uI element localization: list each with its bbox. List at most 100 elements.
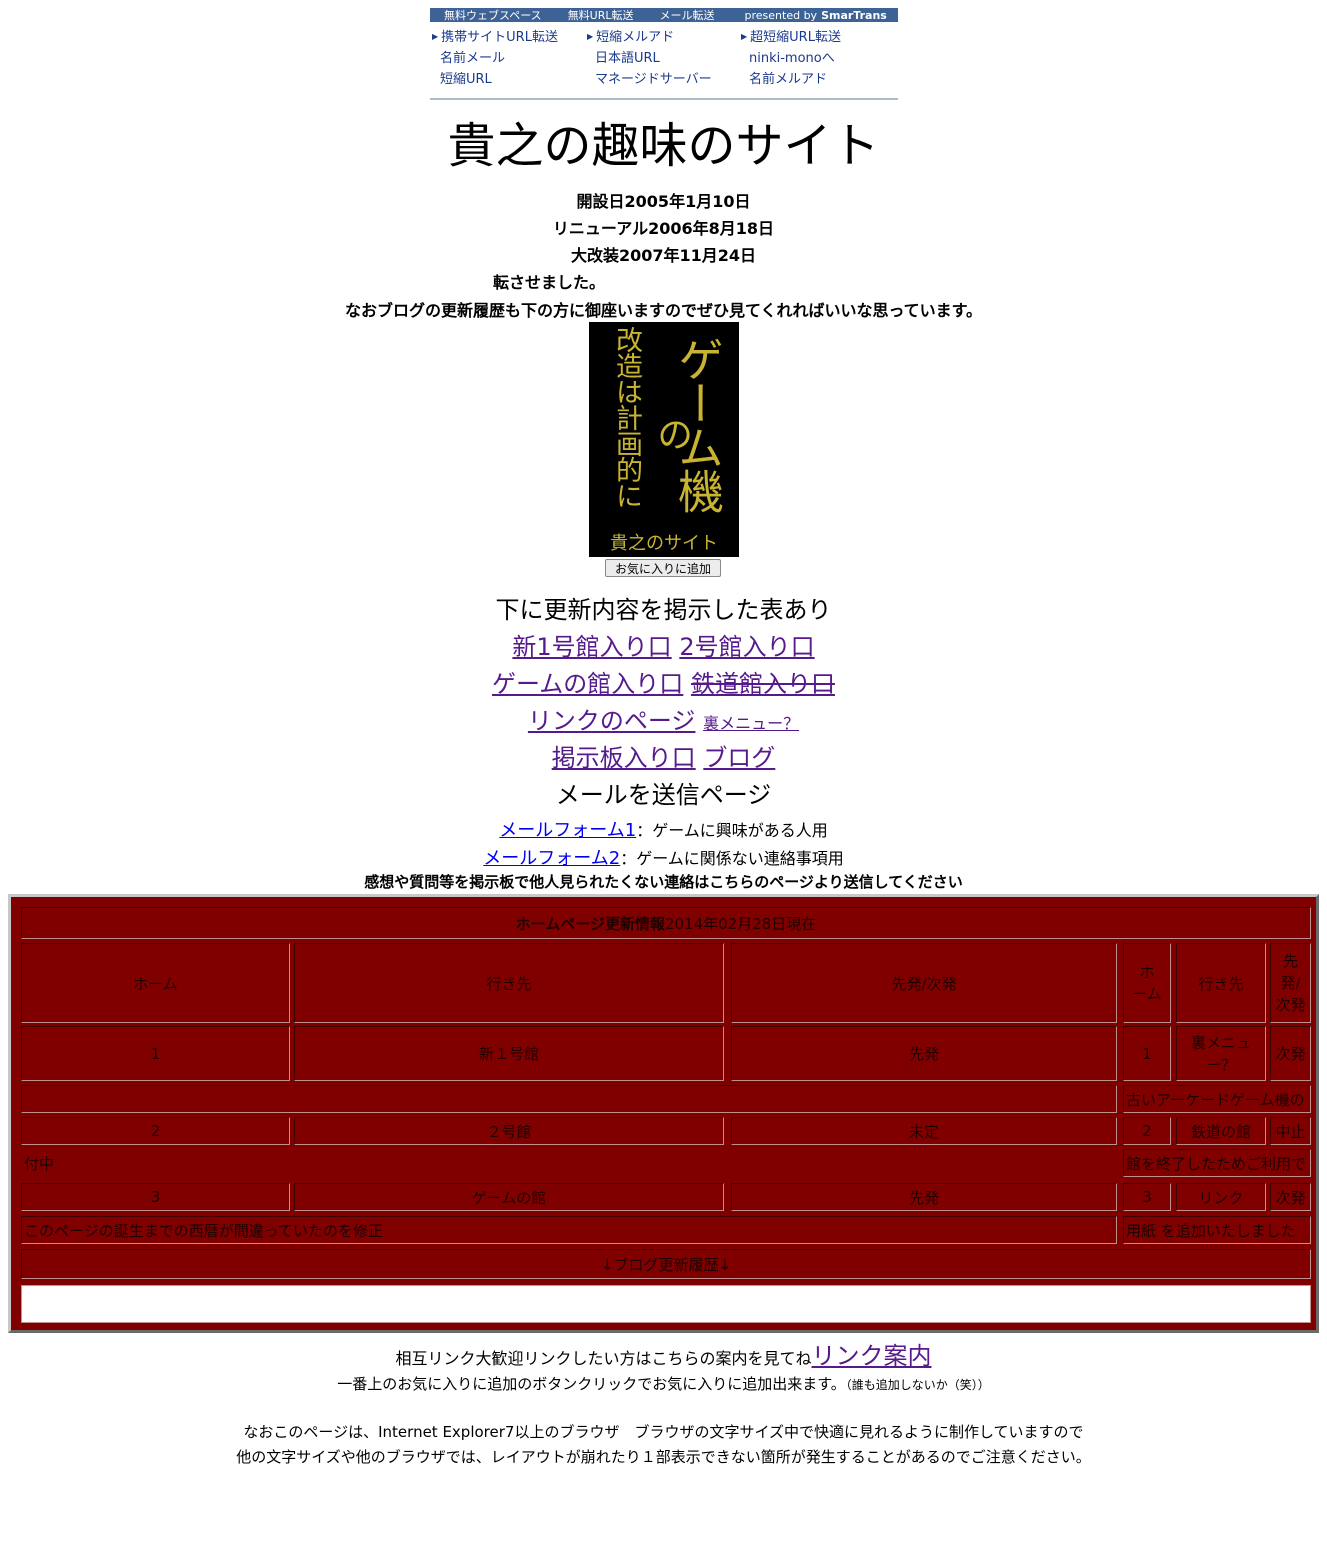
ad-link[interactable]: ▶ 携帯サイトURL転送 xyxy=(432,30,582,51)
ad-top-bar: 無料ウェブスペース 無料URL転送 メール転送 presented by Smar… xyxy=(430,8,898,22)
favorite-note-row: 一番上のお気に入りに追加のボタンクリックでお気に入りに追加出来ます。（誰も追加し… xyxy=(0,1373,1327,1394)
ad-link[interactable]: ▶ 超短縮URL転送 xyxy=(741,30,891,51)
ad-link-label: 日本語URL xyxy=(595,51,660,66)
mail-section-title: メールを送信ページ xyxy=(555,781,772,809)
favorite-note-small: （誰も追加しないか（笑）） xyxy=(845,1378,990,1392)
row3-home-right: 3 xyxy=(1123,1183,1171,1211)
mail-form2-desc: ：ゲームに関係ない連絡事項用 xyxy=(620,849,844,868)
hall2-link[interactable]: 2号館入り口 xyxy=(679,633,814,661)
row2-home: 2 xyxy=(21,1117,290,1145)
nav-row-bbs: 掲示板入り口 ブログ xyxy=(0,742,1327,774)
row2-departure: 未定 xyxy=(731,1117,1117,1145)
ad-column-3: ▶ 超短縮URL転送 ninki-monoへ 名前メルアド xyxy=(741,30,891,93)
header-destination-right: 行き先 xyxy=(1176,943,1266,1023)
ad-link[interactable]: 名前メール xyxy=(432,51,582,72)
favorite-note: 一番上のお気に入りに追加のボタンクリックでお気に入りに追加出来ます。 xyxy=(337,1375,846,1393)
row1-home: 1 xyxy=(21,1026,290,1081)
site-logo-image: ゲーム機 の 改造は計画的に 貴之のサイト xyxy=(589,322,739,557)
row3-info-left: このページの誕生までの西暦が間違っていたのを修正 xyxy=(21,1216,1117,1244)
ad-presented-by: presented by xyxy=(744,8,818,22)
ad-link-label: ninki-monoへ xyxy=(749,51,835,66)
ad-column-2: ▶ 短縮メルアド 日本語URL マネージドサーバー xyxy=(587,30,737,93)
logo-sub-text: 貴之のサイト xyxy=(610,533,718,554)
row2-destination-right: 鉄道の館 xyxy=(1176,1117,1266,1145)
ad-link-label: 超短縮URL転送 xyxy=(750,30,841,45)
row3-destination: ゲームの館 xyxy=(294,1183,724,1211)
opened-date: 開設日2005年1月10日 xyxy=(576,192,751,211)
table-caption-date: 2014年02月28日現在 xyxy=(664,914,817,933)
triangle-right-icon: ▶ xyxy=(587,32,594,41)
link-guide-link[interactable]: リンク案内 xyxy=(812,1342,932,1370)
row3-departure-right: 次発 xyxy=(1270,1183,1311,1211)
triangle-right-icon: ▶ xyxy=(741,32,748,41)
blog-link[interactable]: ブログ xyxy=(703,744,775,772)
ad-link-label: 短縮URL xyxy=(440,72,492,87)
mail-form1-row: メールフォーム1：ゲームに興味がある人用 xyxy=(0,816,1327,842)
ad-link[interactable]: ▶ 短縮メルアド xyxy=(587,30,737,51)
ad-banner: 無料ウェブスペース 無料URL転送 メール転送 presented by Smar… xyxy=(430,8,898,100)
ad-link[interactable]: マネージドサーバー xyxy=(587,72,737,93)
mail-form1-desc: ：ゲームに興味がある人用 xyxy=(636,821,828,840)
blog-note: なおブログの更新履歴も下の方に御座いますのでぜひ見てくれればいいな思っています。 xyxy=(344,301,983,320)
ad-link[interactable]: ninki-monoへ xyxy=(741,51,891,72)
new1-hall-link[interactable]: 新1号館入り口 xyxy=(512,633,671,661)
ad-mail-forward-link[interactable]: メール転送 xyxy=(660,7,715,23)
blog-history-header: ↓ブログ更新履歴↓ xyxy=(21,1249,1311,1279)
ad-link-label: 名前メルアド xyxy=(749,72,828,87)
big-renewal-date: 大改装2007年11月24日 xyxy=(570,246,757,265)
row1-destination: 新１号館 xyxy=(294,1026,724,1081)
nav-row-game: ゲームの館入り口 鉄道館入り口 xyxy=(0,668,1327,700)
ad-link-label: 短縮メルアド xyxy=(596,30,675,45)
row3-destination-right: リンク xyxy=(1176,1183,1266,1211)
nav-row-links: リンクのページ 裏メニュー？ xyxy=(0,705,1327,740)
ad-link[interactable]: 日本語URL xyxy=(587,51,737,72)
nav-row-halls: 新1号館入り口 2号館入り口 xyxy=(0,631,1327,663)
update-info-table: ホームページ更新情報 2014年02月28日現在 ホーム 行き先 先発/次発 ホー… xyxy=(8,894,1319,1333)
secret-menu-link[interactable]: 裏メニュー？ xyxy=(703,714,799,733)
mail-form2-link[interactable]: メールフォーム2 xyxy=(483,848,620,869)
table-note: 下に更新内容を掲示した表あり xyxy=(495,596,832,624)
row1-info-right: 古いアーケードゲーム機の xyxy=(1123,1085,1311,1113)
row1-departure: 先発 xyxy=(731,1026,1117,1081)
row1-info-left xyxy=(21,1085,1117,1113)
table-caption-title: ホームページ更新情報 xyxy=(515,914,665,933)
row2-destination: ２号館 xyxy=(294,1117,724,1145)
ad-column-1: ▶ 携帯サイトURL転送 名前メール 短縮URL xyxy=(432,30,582,93)
renewal-date: リニューアル2006年8月18日 xyxy=(552,219,775,238)
row2-info-left: 付中 xyxy=(21,1149,1117,1177)
row1-destination-right: 裏メニュー？ xyxy=(1176,1026,1266,1081)
logo-side-text: 改造は計画的に xyxy=(611,326,642,508)
ad-free-webspace-link[interactable]: 無料ウェブスペース xyxy=(444,7,542,23)
header-home-right: ホーム xyxy=(1123,943,1171,1023)
mail-form1-link[interactable]: メールフォーム1 xyxy=(499,820,636,841)
site-title: 貴之の趣味のサイト xyxy=(447,118,880,174)
bbs-link[interactable]: 掲示板入り口 xyxy=(552,744,696,772)
railway-hall-link[interactable]: 鉄道館入り口 xyxy=(691,670,835,698)
ad-link[interactable]: 名前メルアド xyxy=(741,72,891,93)
row3-home: 3 xyxy=(21,1183,290,1211)
table-caption: ホームページ更新情報 2014年02月28日現在 xyxy=(21,907,1311,939)
header-destination: 行き先 xyxy=(294,943,724,1023)
marquee-text: 転させました。 xyxy=(493,273,606,292)
ad-link-label: 携帯サイトURL転送 xyxy=(441,30,558,45)
row2-info-right: 館を終了したためご利用で xyxy=(1123,1149,1311,1177)
ad-link-label: 名前メール xyxy=(440,51,506,66)
blog-history-frame xyxy=(21,1285,1311,1323)
row1-departure-right: 次発 xyxy=(1270,1026,1311,1081)
triangle-right-icon: ▶ xyxy=(432,32,439,41)
header-departure-right: 先発/次発 xyxy=(1270,943,1311,1023)
browser-note-1: なおこのページは、Internet Explorer7以上のブラウザ ブラウザの… xyxy=(243,1423,1084,1441)
header-home: ホーム xyxy=(21,943,290,1023)
row1-home-right: 1 xyxy=(1123,1026,1171,1081)
mutual-link-text: 相互リンク大歓迎リンクしたい方はこちらの案内を見てね xyxy=(395,1349,812,1368)
ad-free-url-link[interactable]: 無料URL転送 xyxy=(568,7,634,23)
header-departure: 先発/次発 xyxy=(731,943,1117,1023)
links-page-link[interactable]: リンクのページ xyxy=(528,707,696,735)
row2-home-right: 2 xyxy=(1123,1117,1171,1145)
game-hall-link[interactable]: ゲームの館入り口 xyxy=(492,670,683,698)
add-favorite-button[interactable]: お気に入りに追加 xyxy=(605,559,721,577)
browser-note-2: 他の文字サイズや他のブラウザでは、レイアウトが崩れたり１部表示できない箇所が発生… xyxy=(236,1448,1091,1466)
ad-brand[interactable]: presented by SmarTrans xyxy=(745,9,887,22)
row2-departure-right: 中止 xyxy=(1270,1117,1311,1145)
ad-link[interactable]: 短縮URL xyxy=(432,72,582,93)
